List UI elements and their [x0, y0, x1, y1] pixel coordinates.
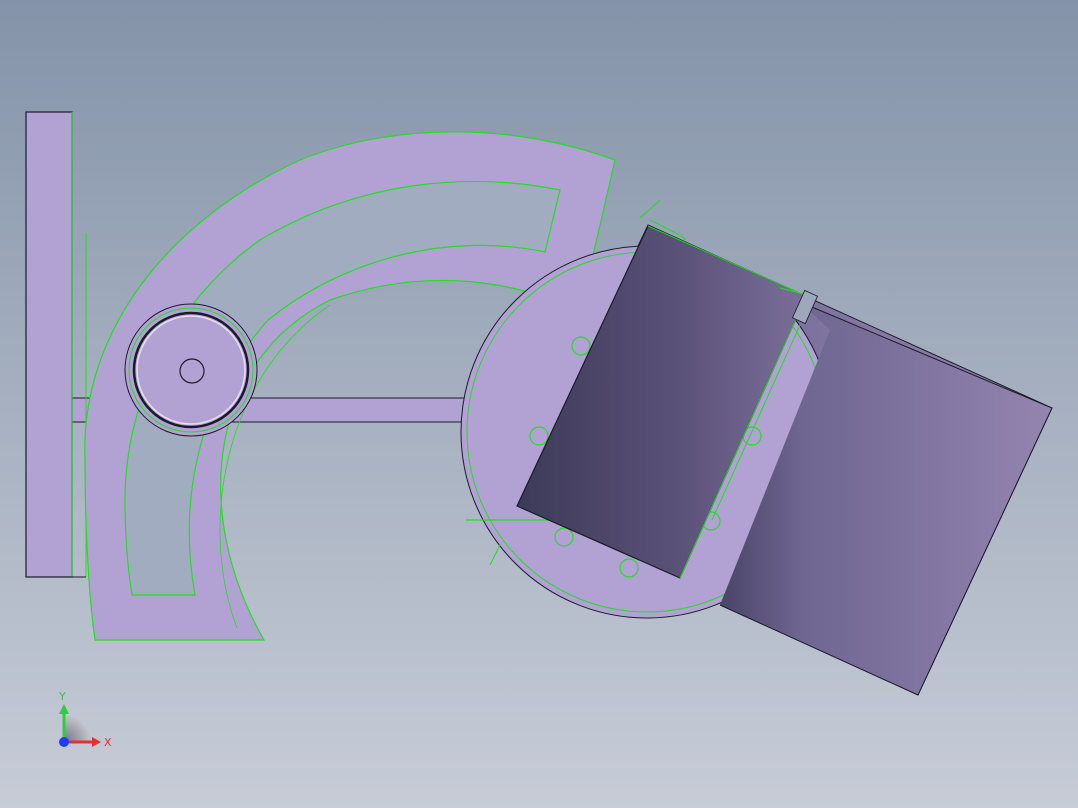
x-axis-label: X [104, 736, 112, 749]
coordinate-triad-icon[interactable]: Y X [58, 690, 112, 749]
model-canvas[interactable]: Y X [0, 0, 1078, 808]
pivot-disk[interactable] [124, 303, 258, 437]
vertical-plate[interactable] [25, 111, 87, 578]
y-axis-label: Y [58, 690, 66, 703]
cad-viewport[interactable]: Y X [0, 0, 1078, 808]
